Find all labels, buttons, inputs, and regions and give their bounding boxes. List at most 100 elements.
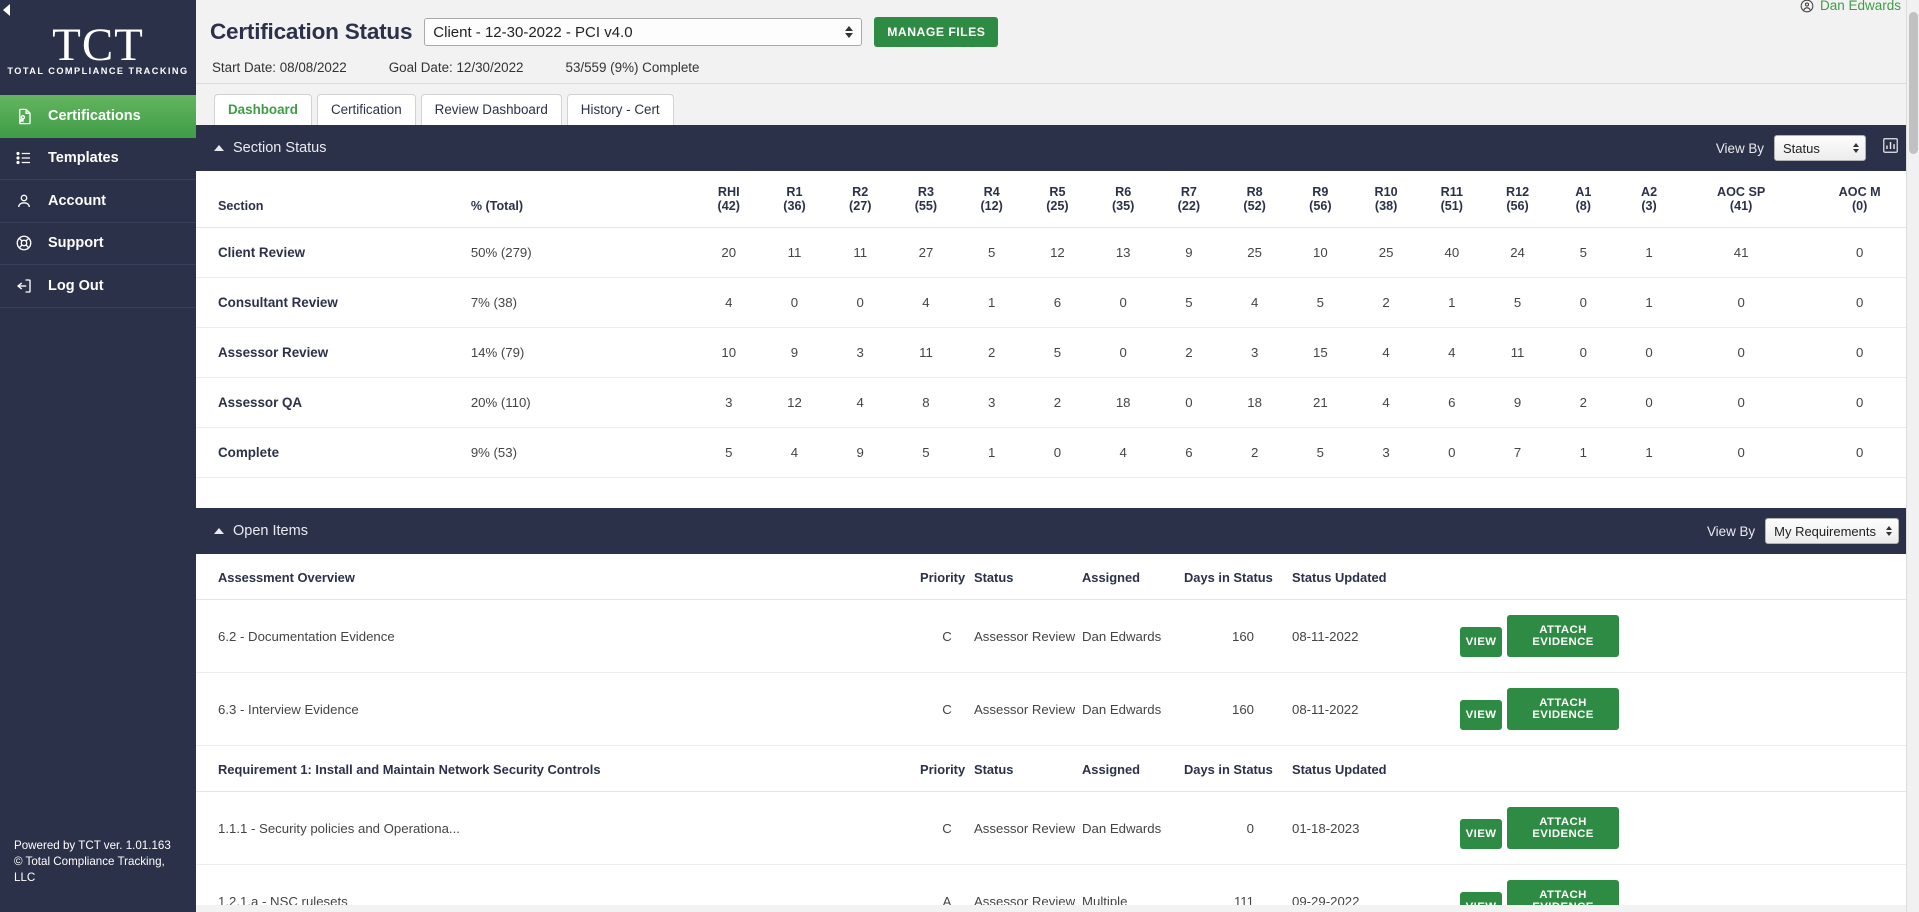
column-header-status: Status	[974, 745, 1082, 792]
cell-value: 4	[1418, 327, 1485, 378]
cell-value: 0	[827, 277, 894, 328]
sidebar-item-support[interactable]: Support	[0, 223, 196, 265]
cell-value: 1	[958, 277, 1025, 328]
days-in-status-value: 0	[1184, 791, 1292, 865]
cell-value: 0	[1681, 377, 1801, 428]
requirement-name[interactable]: 1.2.1.a - NSC rulesets	[196, 864, 920, 905]
cell-value: 5	[1484, 277, 1551, 328]
requirement-name[interactable]: 6.3 - Interview Evidence	[196, 672, 920, 746]
copyright: © Total Compliance Tracking, LLC	[14, 855, 165, 884]
sidebar-item-account[interactable]: Account	[0, 180, 196, 223]
scrollbar-thumb[interactable]	[1909, 12, 1918, 154]
chevron-updown-icon	[1853, 143, 1859, 153]
cell-value: 18	[1221, 377, 1288, 428]
tab-history-cert[interactable]: History - Cert	[566, 94, 674, 125]
attach-evidence-button[interactable]: ATTACH EVIDENCE	[1507, 880, 1619, 905]
row-label: Assessor QA	[196, 377, 471, 428]
user-menu[interactable]: Dan Edwards	[1800, 0, 1901, 13]
tab-review-dashboard[interactable]: Review Dashboard	[420, 94, 562, 125]
column-header-r5: R5 (25)	[1024, 171, 1091, 228]
assigned-value: Dan Edwards	[1082, 599, 1184, 673]
cell-value: 2	[1024, 377, 1091, 428]
sidebar-item-templates[interactable]: Templates	[0, 138, 196, 180]
requirement-name[interactable]: 6.2 - Documentation Evidence	[196, 599, 920, 673]
column-header-r10: R10 (38)	[1353, 171, 1419, 228]
section-status-title[interactable]: Section Status	[214, 140, 327, 156]
open-items-view-by-select[interactable]: My Requirements	[1765, 518, 1899, 544]
column-header-r1: R1 (36)	[761, 171, 828, 228]
sidebar-item-label: Support	[48, 235, 104, 252]
panel-title-text: Section Status	[233, 140, 327, 156]
cell-value: 11	[893, 327, 959, 378]
header: Certification Status Client - 12-30-2022…	[196, 12, 1919, 52]
row-label: Complete	[196, 427, 471, 478]
open-items-title[interactable]: Open Items	[214, 523, 308, 539]
view-button[interactable]: VIEW	[1460, 627, 1502, 657]
cell-value: 1	[1616, 227, 1682, 278]
table-row: 6.3 - Interview Evidence C Assessor Review…	[196, 672, 1919, 746]
cell-value: 5	[893, 427, 959, 478]
section-view-by-select[interactable]: Status	[1774, 135, 1866, 161]
group-name: Requirement 1: Install and Maintain Netw…	[196, 745, 920, 792]
column-header-a1: A1 (8)	[1550, 171, 1617, 228]
column-header-status: Status	[974, 554, 1082, 600]
cell-value: 3	[1353, 427, 1419, 478]
column-header-r2: R2 (27)	[827, 171, 894, 228]
open-items-view-by-value: My Requirements	[1774, 523, 1876, 539]
days-in-status-value: 160	[1184, 599, 1292, 673]
requirement-name[interactable]: 1.1.1 - Security policies and Operationa…	[196, 791, 920, 865]
view-button[interactable]: VIEW	[1460, 819, 1502, 849]
cell-value: 2	[1221, 427, 1288, 478]
table-row: 6.2 - Documentation Evidence C Assessor Re…	[196, 599, 1919, 673]
view-button[interactable]: VIEW	[1460, 700, 1502, 730]
cell-value: 3	[1221, 327, 1288, 378]
cell-value: 25	[1353, 227, 1419, 278]
table-row: Assessor QA 20% (110) 3 12 4 8 3 2 18 0 18 21 4 6 9 2 0 0…	[196, 377, 1919, 428]
cell-value: 1	[1550, 427, 1617, 478]
page-scrollbar[interactable]	[1906, 0, 1919, 912]
attach-evidence-button[interactable]: ATTACH EVIDENCE	[1507, 688, 1619, 730]
sidebar-item-log-out[interactable]: Log Out	[0, 265, 196, 308]
assigned-value: Dan Edwards	[1082, 791, 1184, 865]
bar-chart-icon[interactable]	[1882, 137, 1899, 159]
sidebar-collapse-icon[interactable]	[3, 4, 10, 16]
attach-evidence-button[interactable]: ATTACH EVIDENCE	[1507, 615, 1619, 657]
cell-value: 25	[1221, 227, 1288, 278]
cell-value: 2	[958, 327, 1025, 378]
cell-value: 0	[1024, 427, 1091, 478]
priority-value: C	[920, 672, 974, 746]
column-header-priority: Priority	[920, 554, 974, 600]
tab-certification[interactable]: Certification	[316, 94, 416, 125]
cell-value: 2	[1550, 377, 1617, 428]
open-items-group-header: Requirement 1: Install and Maintain Netw…	[196, 745, 1919, 792]
cell-value: 3	[827, 327, 894, 378]
cell-value: 0	[761, 277, 828, 328]
cell-value: 4	[1090, 427, 1157, 478]
tab-dashboard[interactable]: Dashboard	[214, 94, 312, 125]
cell-value: 3	[958, 377, 1025, 428]
dashboard-content: Section Status View By Status Section % …	[196, 125, 1919, 905]
status-value: Assessor Review	[974, 864, 1082, 905]
row-label: Consultant Review	[196, 277, 471, 328]
table-row: Complete 9% (53) 5 4 9 5 1 0 4 6 2 5 3 0 7 1 1 0 0	[196, 427, 1919, 478]
row-actions: VIEW ATTACH EVIDENCE	[1460, 864, 1919, 905]
status-updated-value: 08-11-2022	[1292, 672, 1460, 746]
section-view-by-value: Status	[1783, 140, 1820, 156]
sidebar-item-certifications[interactable]: Certifications	[0, 95, 196, 138]
manage-files-button[interactable]: MANAGE FILES	[874, 17, 999, 47]
column-header-aoc-m: AOC M (0)	[1800, 171, 1919, 228]
cell-value: 10	[695, 327, 762, 378]
open-items-panel-header: Open Items View By My Requirements	[196, 508, 1919, 554]
certification-select[interactable]: Client - 12-30-2022 - PCI v4.0	[424, 18, 863, 46]
column-header-rhi: RHI (42)	[695, 171, 762, 228]
caret-up-icon	[214, 528, 224, 534]
certificate-icon	[14, 106, 34, 126]
column-header-percent: % (Total)	[470, 171, 696, 228]
view-button[interactable]: VIEW	[1460, 892, 1502, 905]
cell-value: 9	[1484, 377, 1551, 428]
attach-evidence-button[interactable]: ATTACH EVIDENCE	[1507, 807, 1619, 849]
column-header-actions	[1460, 745, 1919, 792]
column-header-priority: Priority	[920, 745, 974, 792]
cell-value: 27	[893, 227, 959, 278]
section-view-by-label: View By	[1715, 140, 1764, 156]
